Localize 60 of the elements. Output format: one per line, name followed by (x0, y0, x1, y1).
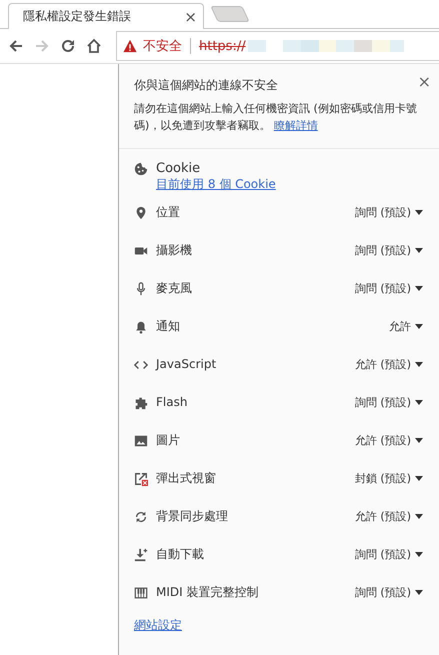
permission-label: 背景同步處理 (156, 508, 229, 524)
site-settings-link[interactable]: 網站設定 (134, 617, 182, 634)
download-icon (134, 548, 148, 562)
permission-dropdown[interactable]: 詢問 (預設) (354, 394, 423, 410)
caret-icon (415, 476, 423, 480)
caret-icon (415, 514, 423, 518)
permission-dropdown[interactable]: 詢問 (預設) (354, 584, 423, 600)
popups-icon (134, 472, 148, 486)
caret-icon (415, 324, 423, 328)
notifications-icon (134, 320, 148, 334)
caret-icon (415, 438, 423, 442)
permission-dropdown[interactable]: 允許 (預設) (354, 356, 423, 372)
home-icon[interactable] (86, 38, 102, 54)
permission-label: JavaScript (156, 357, 218, 371)
midi-icon (134, 586, 148, 600)
permission-label: 攝影機 (156, 242, 193, 258)
learn-more-link[interactable]: 瞭解詳情 (274, 119, 318, 132)
caret-icon (415, 362, 423, 366)
location-icon (134, 206, 148, 220)
caret-icon (415, 248, 423, 252)
permission-label: 自動下載 (156, 546, 205, 562)
close-icon[interactable]: × (418, 72, 431, 91)
cookie-icon (134, 162, 148, 176)
permission-dropdown[interactable]: 詢問 (預設) (354, 546, 423, 562)
warning-icon[interactable] (123, 39, 137, 53)
permission-label: MIDI 裝置完整控制 (156, 584, 260, 600)
permission-dropdown[interactable]: 允許 (預設) (354, 508, 423, 524)
permission-dropdown[interactable]: 詢問 (預設) (354, 280, 423, 296)
microphone-icon (134, 282, 148, 296)
permission-dropdown[interactable]: 詢問 (預設) (354, 204, 423, 220)
caret-icon (415, 590, 423, 594)
popup-title: 你與這個網站的連線不安全 (134, 77, 278, 94)
warning-message: 請勿在這個網站上輸入任何機密資訊 (例如密碼或信用卡號碼)，以免遭到攻擊者竊取。 瞭解詳情 (134, 101, 418, 134)
permission-dropdown[interactable]: 詢問 (預設) (354, 242, 423, 258)
flash-icon (134, 396, 148, 410)
browser-tab[interactable]: 隱私權設定發生錯誤 × (8, 3, 204, 29)
caret-icon (415, 552, 423, 556)
permission-label: 彈出式視窗 (156, 470, 217, 486)
permission-label: 麥克風 (156, 280, 193, 296)
permission-label: 通知 (156, 318, 181, 334)
tab-title: 隱私權設定發生錯誤 (23, 8, 132, 25)
caret-icon (415, 210, 423, 214)
permission-dropdown[interactable]: 封鎖 (預設) (354, 470, 423, 486)
close-icon[interactable]: × (184, 8, 197, 26)
permission-label: Flash (156, 395, 188, 409)
not-secure-label[interactable]: 不安全 (143, 37, 182, 55)
permission-dropdown[interactable]: 允許 (389, 318, 423, 334)
back-icon[interactable] (8, 38, 24, 54)
permission-label: 圖片 (156, 432, 181, 448)
permission-label: 位置 (156, 204, 181, 220)
images-icon (134, 434, 148, 448)
cookie-label: Cookie (156, 161, 202, 176)
caret-icon (415, 400, 423, 404)
reload-icon[interactable] (60, 38, 76, 54)
cookie-link[interactable]: 目前使用 8 個 Cookie (156, 176, 276, 193)
caret-icon (415, 286, 423, 290)
sync-icon (134, 510, 148, 524)
url-scheme: https:// (199, 38, 246, 54)
permission-dropdown[interactable]: 允許 (預設) (354, 432, 423, 448)
address-bar[interactable]: 不安全 https:// (116, 31, 439, 61)
